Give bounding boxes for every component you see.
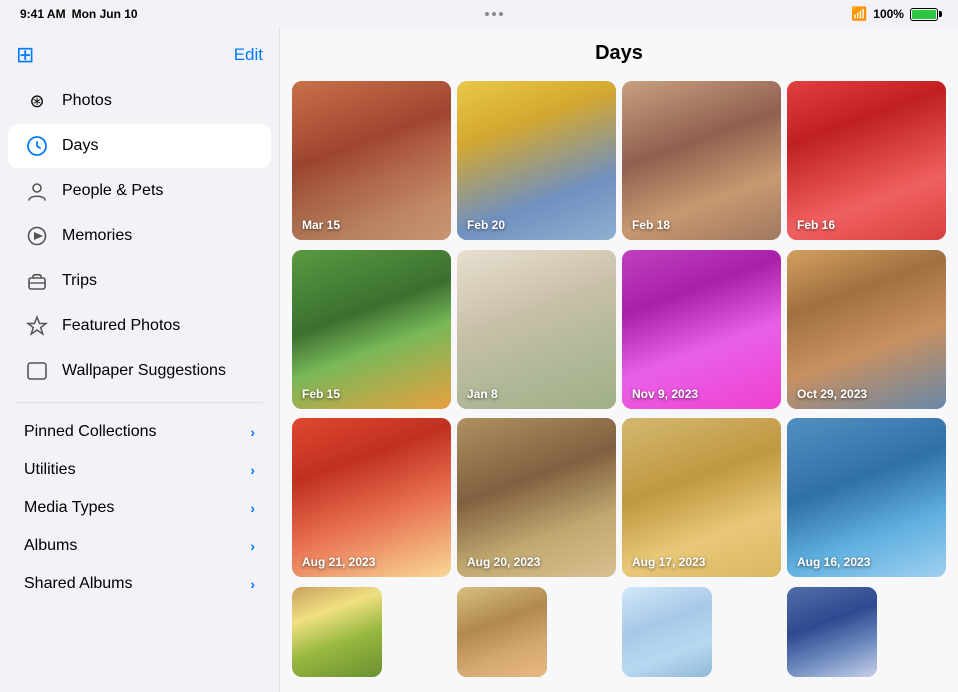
main-header: Days xyxy=(280,28,958,75)
people-pets-icon xyxy=(24,178,50,204)
photo-cell-4[interactable]: Feb 16 xyxy=(787,81,946,240)
photo-cell-7[interactable]: Nov 9, 2023 xyxy=(622,250,781,409)
sidebar-header: ⊞ Edit xyxy=(0,28,279,76)
app-container: ⊞ Edit ⊛ Photos Days xyxy=(0,28,958,692)
sidebar-label-photos: Photos xyxy=(62,92,255,110)
sidebar-label-featured-photos: Featured Photos xyxy=(62,317,255,335)
sidebar-label-trips: Trips xyxy=(62,272,255,290)
photo-date-9: Aug 21, 2023 xyxy=(302,555,375,569)
shared-albums-chevron: › xyxy=(250,576,255,592)
trips-icon xyxy=(24,268,50,294)
page-title: Days xyxy=(595,42,643,64)
sidebar-item-utilities[interactable]: Utilities › xyxy=(8,451,271,485)
photo-date-7: Nov 9, 2023 xyxy=(632,387,698,401)
pinned-collections-label: Pinned Collections xyxy=(24,423,157,441)
dot-1 xyxy=(485,12,489,16)
dot-2 xyxy=(492,12,496,16)
shared-albums-label: Shared Albums xyxy=(24,575,133,593)
photo-date-4: Feb 16 xyxy=(797,218,835,232)
sidebar-item-trips[interactable]: Trips xyxy=(8,259,271,303)
days-icon xyxy=(24,133,50,159)
status-time: 9:41 AM xyxy=(20,7,66,21)
status-left: 9:41 AM Mon Jun 10 xyxy=(20,7,138,21)
status-right: 📶 100% xyxy=(851,6,938,22)
sidebar-item-days[interactable]: Days xyxy=(8,124,271,168)
photo-cell-1[interactable]: Mar 15 xyxy=(292,81,451,240)
sidebar-item-people-pets[interactable]: People & Pets xyxy=(8,169,271,213)
photo-cell-2[interactable]: Feb 20 xyxy=(457,81,616,240)
wifi-icon: 📶 xyxy=(851,6,867,22)
utilities-chevron: › xyxy=(250,462,255,478)
sidebar-item-photos[interactable]: ⊛ Photos xyxy=(8,79,271,123)
photo-cell-10[interactable]: Aug 20, 2023 xyxy=(457,418,616,577)
status-bar: 9:41 AM Mon Jun 10 📶 100% xyxy=(0,0,958,28)
photo-date-2: Feb 20 xyxy=(467,218,505,232)
sidebar-item-albums[interactable]: Albums › xyxy=(8,527,271,561)
sidebar-item-wallpaper-suggestions[interactable]: Wallpaper Suggestions xyxy=(8,349,271,393)
photo-cell-11[interactable]: Aug 17, 2023 xyxy=(622,418,781,577)
albums-label: Albums xyxy=(24,537,77,555)
status-date: Mon Jun 10 xyxy=(72,7,138,21)
photo-cell-13[interactable] xyxy=(292,587,382,677)
photo-cell-8[interactable]: Oct 29, 2023 xyxy=(787,250,946,409)
main-content: Days Mar 15 Feb 20 Feb 18 Feb 16 xyxy=(280,28,958,692)
media-types-label: Media Types xyxy=(24,499,114,517)
photo-cell-6[interactable]: Jan 8 xyxy=(457,250,616,409)
media-types-chevron: › xyxy=(250,500,255,516)
photo-cell-14[interactable] xyxy=(457,587,547,677)
sidebar-item-pinned-collections[interactable]: Pinned Collections › xyxy=(8,413,271,447)
photo-cell-15[interactable] xyxy=(622,587,712,677)
sidebar-label-days: Days xyxy=(62,137,255,155)
utilities-label: Utilities xyxy=(24,461,76,479)
featured-photos-icon xyxy=(24,313,50,339)
albums-chevron: › xyxy=(250,538,255,554)
pinned-collections-chevron: › xyxy=(250,424,255,440)
photo-cell-9[interactable]: Aug 21, 2023 xyxy=(292,418,451,577)
battery-icon xyxy=(910,8,938,21)
photo-date-6: Jan 8 xyxy=(467,387,498,401)
dot-3 xyxy=(499,12,503,16)
photo-grid: Mar 15 Feb 20 Feb 18 Feb 16 Feb 15 Ja xyxy=(280,75,958,692)
sidebar-divider-1 xyxy=(16,402,263,403)
sidebar-item-memories[interactable]: Memories xyxy=(8,214,271,258)
battery-percentage: 100% xyxy=(873,7,904,21)
sidebar-item-shared-albums[interactable]: Shared Albums › xyxy=(8,565,271,599)
sidebar-label-wallpaper: Wallpaper Suggestions xyxy=(62,362,255,380)
sidebar-item-featured-photos[interactable]: Featured Photos xyxy=(8,304,271,348)
photo-date-11: Aug 17, 2023 xyxy=(632,555,705,569)
sidebar-item-media-types[interactable]: Media Types › xyxy=(8,489,271,523)
photos-icon: ⊛ xyxy=(24,88,50,114)
sidebar-toggle-icon[interactable]: ⊞ xyxy=(16,42,34,68)
photo-date-1: Mar 15 xyxy=(302,218,340,232)
status-center xyxy=(485,12,503,16)
sidebar-label-memories: Memories xyxy=(62,227,255,245)
memories-icon xyxy=(24,223,50,249)
battery-fill xyxy=(912,10,936,19)
photo-cell-5[interactable]: Feb 15 xyxy=(292,250,451,409)
photo-date-5: Feb 15 xyxy=(302,387,340,401)
sidebar-label-people-pets: People & Pets xyxy=(62,182,255,200)
photo-cell-3[interactable]: Feb 18 xyxy=(622,81,781,240)
photo-date-3: Feb 18 xyxy=(632,218,670,232)
sidebar: ⊞ Edit ⊛ Photos Days xyxy=(0,28,280,692)
edit-button[interactable]: Edit xyxy=(234,45,263,65)
photo-cell-16[interactable] xyxy=(787,587,877,677)
photo-date-10: Aug 20, 2023 xyxy=(467,555,540,569)
photo-date-8: Oct 29, 2023 xyxy=(797,387,867,401)
sidebar-nav-section: ⊛ Photos Days Pe xyxy=(0,76,279,396)
photo-date-12: Aug 16, 2023 xyxy=(797,555,870,569)
wallpaper-suggestions-icon xyxy=(24,358,50,384)
photo-cell-12[interactable]: Aug 16, 2023 xyxy=(787,418,946,577)
